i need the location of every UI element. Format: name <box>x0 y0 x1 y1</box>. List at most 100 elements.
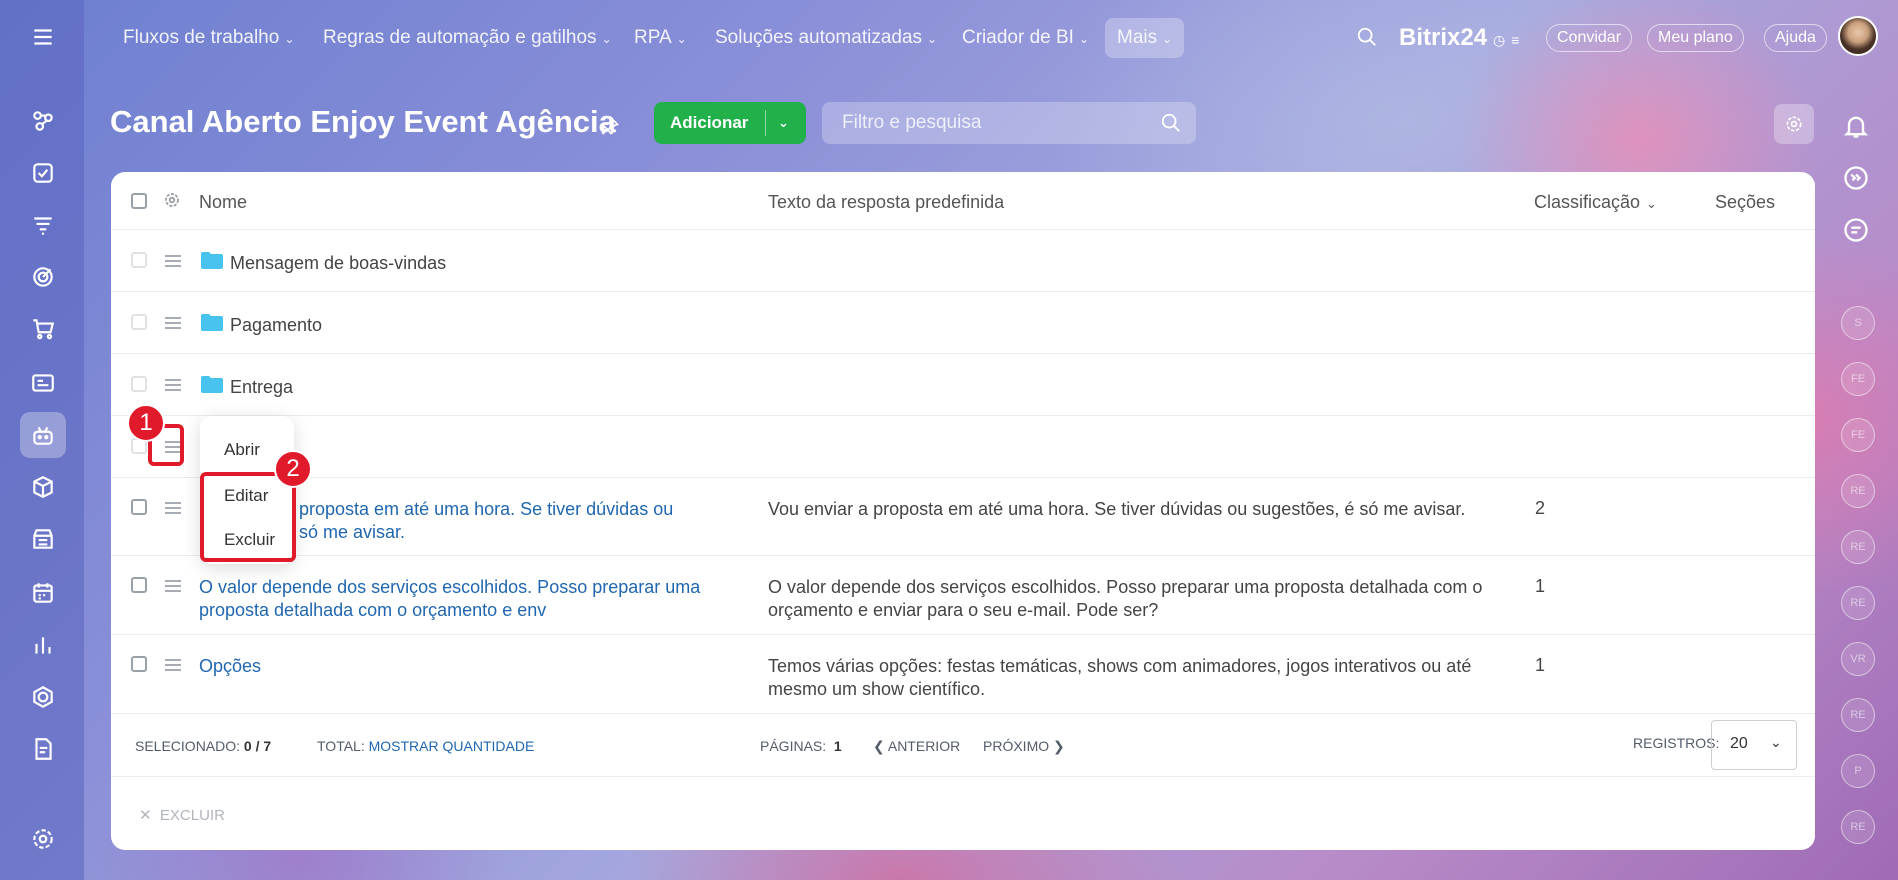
search-icon[interactable] <box>1160 112 1182 134</box>
folder-icon <box>201 314 223 331</box>
response-text: O valor depende dos serviços escolhidos.… <box>768 577 1483 597</box>
sort-value: 1 <box>1535 576 1546 596</box>
drag-handle-icon[interactable] <box>165 659 181 671</box>
column-settings-icon[interactable] <box>163 191 181 209</box>
chevron-down-icon[interactable]: ⌄ <box>778 102 789 144</box>
filter-search[interactable] <box>822 102 1196 144</box>
chat-icon[interactable] <box>1842 216 1870 244</box>
invite-button[interactable]: Convidar <box>1546 24 1633 52</box>
row-checkbox[interactable] <box>131 499 147 515</box>
records-per-page-select[interactable]: 20 ⌄ <box>1711 720 1797 770</box>
contact-avatar[interactable]: FE <box>1841 362 1875 396</box>
drag-handle-icon[interactable] <box>165 317 181 329</box>
contact-avatar[interactable]: RE <box>1841 530 1875 564</box>
topnav-workflows[interactable]: Fluxos de trabalho ⌄ <box>123 18 294 58</box>
row-checkbox[interactable] <box>131 252 147 268</box>
column-header-name[interactable]: Nome <box>199 192 247 213</box>
search-input[interactable] <box>822 102 1152 144</box>
contact-avatar[interactable]: RE <box>1841 698 1875 732</box>
chevron-down-icon: ⌄ <box>927 32 938 46</box>
response-name[interactable]: só me avisar. <box>299 521 405 544</box>
drag-handle-icon[interactable] <box>165 580 181 592</box>
bell-icon[interactable] <box>1842 112 1870 140</box>
contact-avatar[interactable]: VR <box>1841 642 1875 676</box>
topnav-automated-solutions[interactable]: Soluções automatizadas ⌄ <box>715 18 937 58</box>
user-avatar[interactable] <box>1838 16 1878 56</box>
row-checkbox[interactable] <box>131 314 147 330</box>
topnav-more[interactable]: Mais ⌄ <box>1105 18 1185 58</box>
chevron-down-icon: ⌄ <box>676 32 687 46</box>
bitrix24-logo[interactable]: Bitrix24 ◷ ≡ <box>1399 20 1519 56</box>
clock-icon: ◷ <box>1493 32 1506 48</box>
show-count-link[interactable]: MOSTRAR QUANTIDADE <box>369 738 535 754</box>
contact-avatar[interactable]: P <box>1841 754 1875 788</box>
menu-item-open[interactable]: Abrir <box>224 440 260 460</box>
table-row[interactable]: Mensagem de boas-vindas <box>111 230 1815 292</box>
tasks-icon[interactable] <box>20 150 66 196</box>
page-settings-button[interactable] <box>1774 104 1814 144</box>
pagination: PÁGINAS: 1 <box>760 738 842 754</box>
drag-handle-icon[interactable] <box>165 502 181 514</box>
document-icon[interactable] <box>20 726 66 772</box>
card-icon[interactable] <box>20 360 66 406</box>
store-icon[interactable] <box>20 516 66 562</box>
folder-name[interactable]: Mensagem de boas-vindas <box>230 252 446 275</box>
response-name[interactable]: proposta em até uma hora. Se tiver dúvid… <box>299 498 673 521</box>
filter-funnel-icon[interactable] <box>20 202 66 248</box>
column-header-sections[interactable]: Seções <box>1715 192 1775 213</box>
folder-name[interactable]: Entrega <box>230 376 293 399</box>
table-row[interactable]: proposta em até uma hora. Se tiver dúvid… <box>111 478 1815 556</box>
cart-icon[interactable] <box>20 306 66 352</box>
table-row[interactable]: Pagamento <box>111 292 1815 354</box>
contact-avatar[interactable]: RE <box>1841 586 1875 620</box>
column-header-sort[interactable]: Classificação ⌄ <box>1534 192 1657 213</box>
bot-icon[interactable] <box>20 412 66 458</box>
prev-page-link[interactable]: ❮ ANTERIOR <box>873 738 960 755</box>
table-row[interactable]: Opções Temos várias opções: festas temát… <box>111 635 1815 714</box>
topnav-automation-rules[interactable]: Regras de automação e gatilhos ⌄ <box>323 18 612 58</box>
contact-avatar[interactable]: RE <box>1841 474 1875 508</box>
contact-avatar[interactable]: S <box>1841 306 1875 340</box>
drag-handle-icon[interactable] <box>165 379 181 391</box>
contact-avatar[interactable]: RE <box>1841 810 1875 844</box>
next-page-link[interactable]: PRÓXIMO ❯ <box>983 738 1065 755</box>
activity-icon[interactable] <box>20 98 66 144</box>
table-row[interactable] <box>111 416 1815 478</box>
box-icon[interactable] <box>20 464 66 510</box>
row-checkbox[interactable] <box>131 656 147 672</box>
my-plan-button[interactable]: Meu plano <box>1647 24 1744 52</box>
chart-icon[interactable] <box>20 622 66 668</box>
calendar-icon[interactable] <box>20 570 66 616</box>
hexagon-icon[interactable] <box>20 674 66 720</box>
pin-icon[interactable] <box>600 116 620 136</box>
telephony-icon[interactable] <box>1842 164 1870 192</box>
search-icon[interactable] <box>1356 26 1378 48</box>
chevron-down-icon: ⌄ <box>601 32 612 46</box>
response-text: Temos várias opções: festas temáticas, s… <box>768 656 1472 676</box>
column-header-text[interactable]: Texto da resposta predefinida <box>768 192 1004 213</box>
topnav-bi-builder[interactable]: Criador de BI ⌄ <box>962 18 1089 58</box>
help-button[interactable]: Ajuda <box>1764 24 1827 52</box>
response-text: orçamento e enviar para o seu e-mail. Po… <box>768 600 1159 620</box>
contact-avatar[interactable]: FE <box>1841 418 1875 452</box>
response-name[interactable]: Opções <box>199 655 261 678</box>
page-number[interactable]: 1 <box>834 738 842 754</box>
row-checkbox[interactable] <box>131 577 147 593</box>
folder-name[interactable]: Pagamento <box>230 314 322 337</box>
topnav-rpa[interactable]: RPA ⌄ <box>634 18 687 58</box>
target-icon[interactable] <box>20 254 66 300</box>
menu-icon[interactable] <box>20 14 66 60</box>
close-icon: ✕ <box>139 807 152 824</box>
left-sidebar <box>0 0 84 880</box>
delete-selected-button[interactable]: ✕ EXCLUIR <box>139 806 225 824</box>
select-all-checkbox[interactable] <box>131 193 147 209</box>
response-name[interactable]: proposta detalhada com o orçamento e env <box>199 599 546 622</box>
settings-icon[interactable] <box>20 816 66 862</box>
table-row[interactable]: Entrega <box>111 354 1815 416</box>
response-name[interactable]: O valor depende dos serviços escolhidos.… <box>199 576 700 599</box>
row-checkbox[interactable] <box>131 376 147 392</box>
drag-handle-icon[interactable] <box>165 255 181 267</box>
add-button[interactable]: Adicionar ⌄ <box>654 102 806 144</box>
table-row[interactable]: O valor depende dos serviços escolhidos.… <box>111 556 1815 635</box>
page-title: Canal Aberto Enjoy Event Agência <box>110 104 616 139</box>
